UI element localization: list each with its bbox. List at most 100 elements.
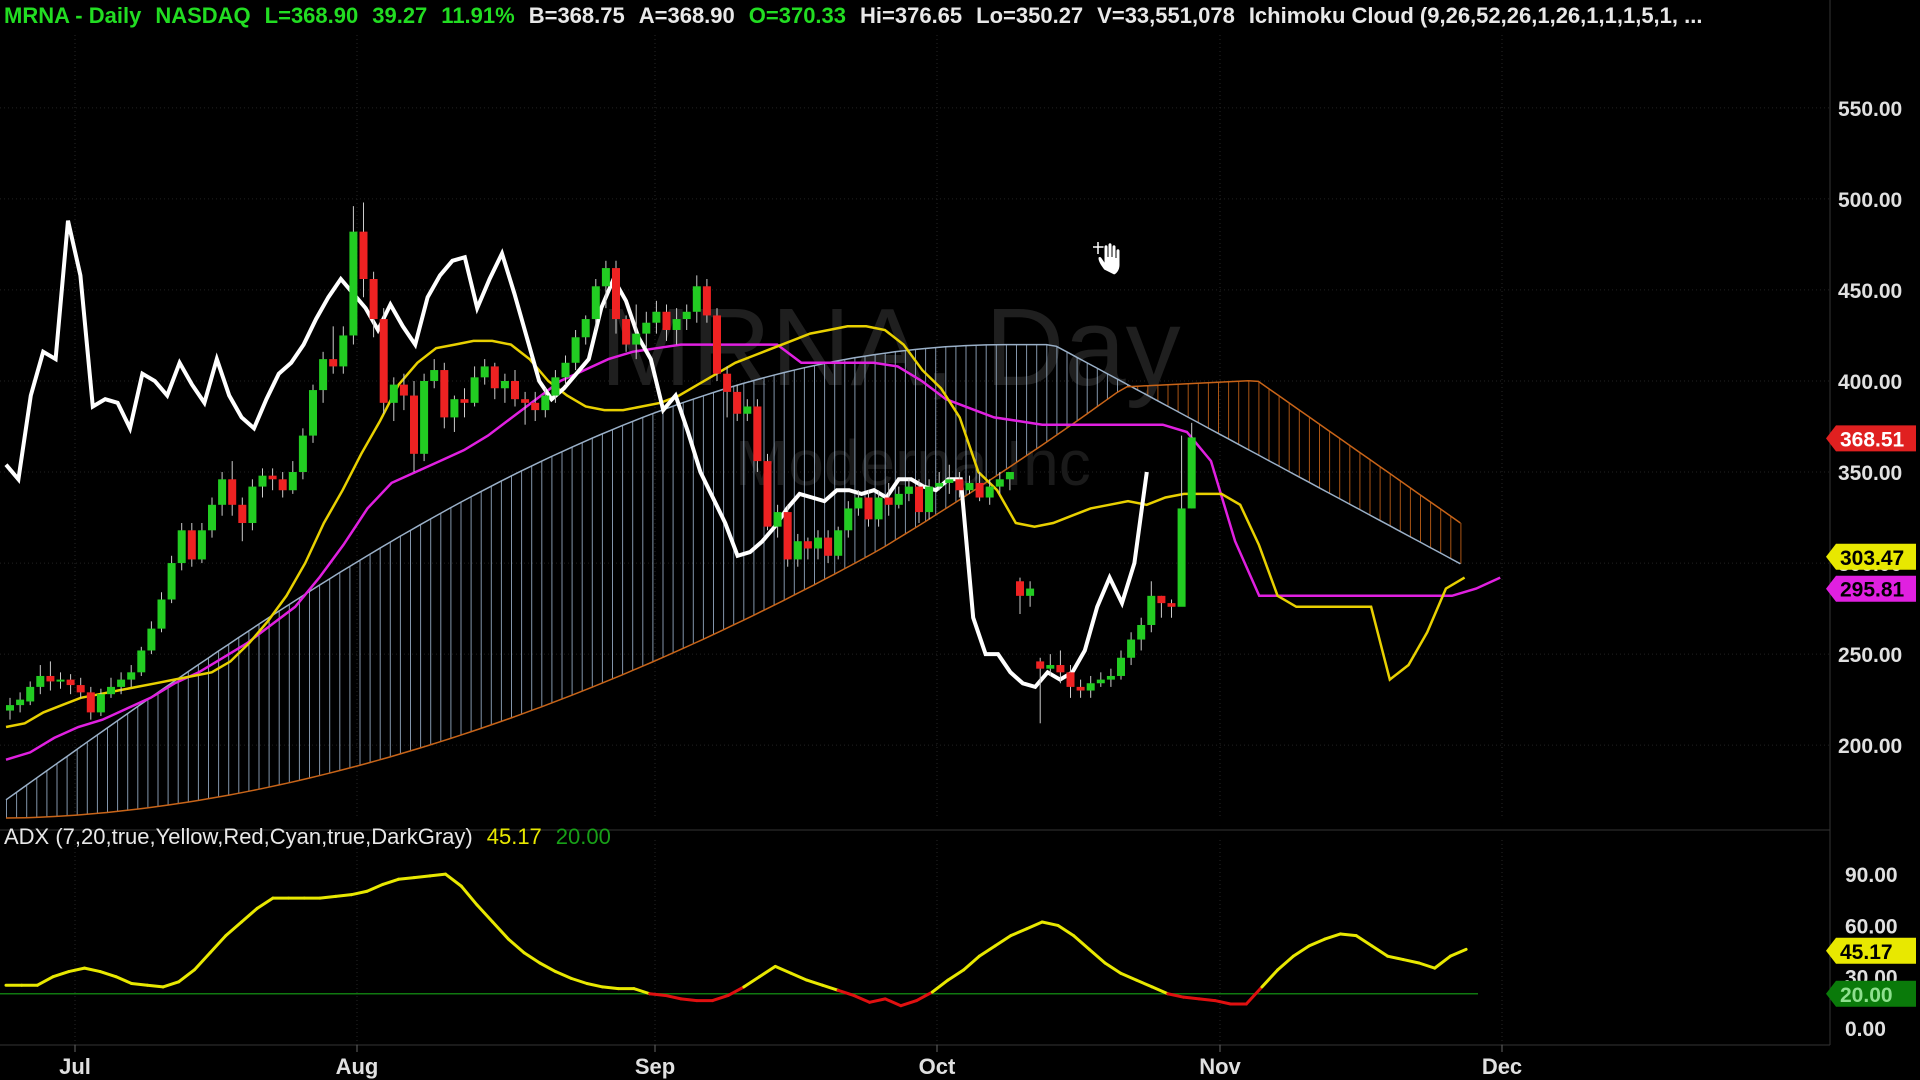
candle-body bbox=[1076, 686, 1085, 691]
candle-body bbox=[278, 479, 287, 491]
study-label[interactable]: Ichimoku Cloud (9,26,52,26,1,26,1,1,1,5,… bbox=[1249, 3, 1703, 28]
candle-body bbox=[339, 335, 348, 367]
symbol-label: MRNA - Daily bbox=[4, 3, 142, 28]
price-tick-label: 400.00 bbox=[1838, 371, 1902, 394]
high-price: Hi=376.65 bbox=[860, 3, 963, 28]
chart-header: MRNA - Daily NASDAQ L=368.90 39.27 11.91% B=3… bbox=[4, 3, 1716, 29]
candle-body bbox=[834, 530, 843, 556]
candle-body bbox=[864, 497, 873, 520]
candle-body bbox=[511, 380, 519, 400]
candle-body bbox=[56, 679, 65, 682]
candle-body bbox=[965, 482, 974, 491]
candle-body bbox=[399, 384, 408, 396]
ask-price: A=368.90 bbox=[638, 3, 735, 28]
adx-header: ADX (7,20,true,Yellow,Red,Cyan,true,Dark… bbox=[4, 824, 625, 850]
candle-body bbox=[16, 699, 25, 706]
candle-body bbox=[773, 512, 782, 527]
candle-body bbox=[814, 537, 822, 549]
adx-tag-label: 45.17 bbox=[1840, 941, 1893, 964]
adx-tag-label: 20.00 bbox=[1840, 984, 1893, 1007]
candle-body bbox=[521, 399, 530, 403]
month-label: Nov bbox=[1199, 1054, 1241, 1079]
candle-body bbox=[541, 395, 550, 411]
candle-body bbox=[288, 472, 297, 491]
candle-body bbox=[127, 672, 136, 680]
adx-line-segment bbox=[1197, 997, 1217, 1003]
adx-line-segment bbox=[601, 985, 620, 991]
candle-body bbox=[975, 482, 984, 498]
candle-body bbox=[167, 563, 176, 600]
price-change-pct: 11.91% bbox=[441, 3, 515, 28]
candle-body bbox=[228, 479, 237, 505]
adx-line-segment bbox=[428, 872, 448, 878]
last-price: L=368.90 bbox=[264, 3, 359, 28]
candle-body bbox=[682, 311, 691, 320]
candle-body bbox=[329, 359, 338, 367]
candle-body bbox=[793, 541, 802, 560]
price-tick-label: 500.00 bbox=[1838, 189, 1902, 212]
candle-body bbox=[955, 479, 964, 491]
candle-body bbox=[743, 406, 752, 414]
candle-body bbox=[1036, 661, 1045, 669]
adx-label[interactable]: ADX (7,20,true,Yellow,Red,Cyan,true,Dark… bbox=[4, 824, 473, 849]
price-tick-label: 200.00 bbox=[1838, 735, 1902, 758]
price-tag-label: 295.81 bbox=[1840, 579, 1905, 602]
ichimoku-chart: MRNA, Day Moderna Inc 550.00500.00450.00… bbox=[0, 0, 1920, 1080]
candle-body bbox=[86, 692, 95, 713]
candle-body bbox=[218, 479, 227, 505]
adx-tick-label: 0.00 bbox=[1845, 1018, 1886, 1041]
candle-body bbox=[298, 435, 307, 473]
candle-body bbox=[723, 373, 732, 392]
month-label: Jul bbox=[59, 1054, 91, 1079]
candle-body bbox=[894, 493, 903, 505]
candle-body bbox=[208, 504, 216, 531]
candle-body bbox=[1066, 672, 1075, 687]
price-tick-label: 550.00 bbox=[1838, 98, 1902, 121]
candle-body bbox=[1167, 603, 1176, 607]
candle-body bbox=[783, 512, 792, 560]
candle-body bbox=[450, 399, 459, 418]
candle-body bbox=[763, 461, 772, 527]
candle-body bbox=[1137, 624, 1146, 640]
candle-body bbox=[1106, 675, 1115, 680]
bid-price: B=368.75 bbox=[528, 3, 625, 28]
candle-body bbox=[46, 675, 55, 682]
candle-body bbox=[107, 686, 115, 695]
candle-body bbox=[1086, 683, 1095, 691]
volume: V=33,551,078 bbox=[1097, 3, 1235, 28]
candle-body bbox=[379, 319, 388, 403]
candle-body bbox=[147, 628, 156, 651]
price-tick-label: 350.00 bbox=[1838, 462, 1902, 485]
adx-line-segment bbox=[130, 982, 149, 987]
candle-body bbox=[632, 333, 641, 345]
candle-body bbox=[995, 479, 1004, 487]
month-label: Sep bbox=[635, 1054, 675, 1079]
candle-body bbox=[6, 705, 14, 711]
candle-body bbox=[36, 675, 45, 687]
candle-body bbox=[642, 322, 651, 334]
candle-body bbox=[460, 399, 469, 403]
candle-body bbox=[1177, 508, 1186, 607]
candle-body bbox=[359, 231, 368, 280]
candle-body bbox=[157, 599, 166, 629]
candle-body bbox=[571, 337, 580, 363]
candle-body bbox=[945, 479, 954, 483]
candle-body bbox=[1056, 665, 1065, 673]
candle-body bbox=[248, 486, 257, 524]
candle-body bbox=[76, 685, 85, 693]
candle-body bbox=[854, 497, 863, 509]
candle-body bbox=[622, 319, 631, 345]
candle-body bbox=[1096, 679, 1105, 684]
candle-body bbox=[935, 482, 944, 487]
candle-body bbox=[591, 286, 600, 320]
candle-body bbox=[430, 370, 439, 381]
month-label: Aug bbox=[336, 1054, 379, 1079]
candle-body bbox=[915, 486, 923, 513]
adx-line-segment bbox=[1182, 995, 1201, 1001]
candle-body bbox=[652, 311, 661, 323]
candle-body bbox=[137, 650, 146, 673]
month-label: Dec bbox=[1482, 1054, 1522, 1079]
month-label: Oct bbox=[919, 1054, 956, 1079]
candle-body bbox=[410, 395, 418, 454]
candle-body bbox=[702, 286, 711, 316]
